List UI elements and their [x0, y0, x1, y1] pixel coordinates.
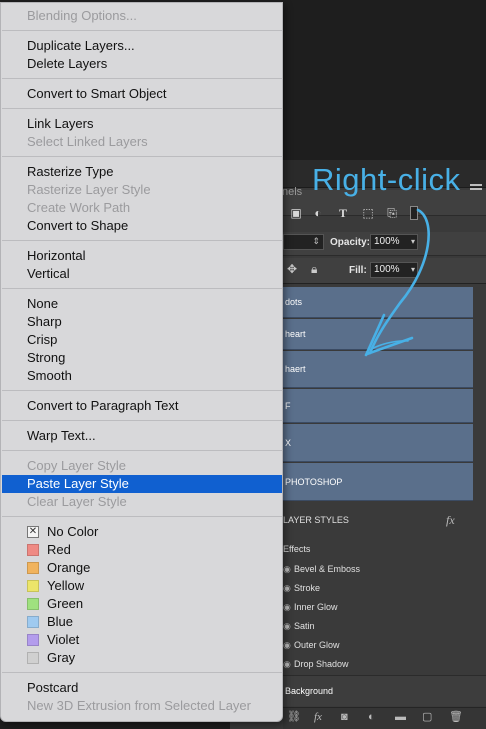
annotation-arrow-icon: [364, 208, 430, 357]
panel-tab-label[interactable]: nels: [282, 186, 302, 198]
menu-item-blending-options: Blending Options...: [27, 8, 137, 23]
menu-item-antialias-sharp[interactable]: Sharp: [2, 313, 282, 331]
right-click-annotation: Right-click: [312, 162, 461, 197]
menu-item-copy-layer-style: Copy Layer Style: [27, 458, 126, 473]
menu-separator: [2, 390, 282, 391]
menu-item-antialias-none[interactable]: None: [2, 295, 282, 313]
menu-item-antialias-smooth[interactable]: Smooth: [2, 367, 282, 385]
menu-item-color-green[interactable]: Green: [2, 595, 282, 613]
menu-item-color-red[interactable]: Red: [2, 541, 282, 559]
menu-item-antialias-crisp[interactable]: Crisp: [2, 331, 282, 349]
menu-item-rasterize-layer-style: Rasterize Layer Style: [27, 182, 151, 197]
menu-item-horizontal[interactable]: Horizontal: [2, 247, 282, 265]
background-layer-row[interactable]: Background: [283, 675, 486, 706]
eye-icon[interactable]: ◉: [283, 602, 293, 612]
menu-item-delete-layers[interactable]: Delete Layers: [2, 55, 282, 73]
effect-item[interactable]: Outer Glow: [294, 640, 444, 650]
adjustment-layer-icon[interactable]: ◐: [368, 711, 375, 723]
lock-position-icon[interactable]: ✥: [287, 262, 297, 276]
link-layers-icon[interactable]: ⛓: [287, 711, 301, 723]
type-filter-icon[interactable]: T: [336, 207, 350, 219]
menu-item-warp-text[interactable]: Warp Text...: [2, 427, 282, 445]
menu-separator: [2, 156, 282, 157]
menu-separator: [2, 420, 282, 421]
new-group-icon[interactable]: ▬: [395, 711, 406, 723]
layer-scroll-gutter: [473, 287, 486, 501]
effects-label: Effects: [283, 544, 311, 554]
menu-item-rasterize-type[interactable]: Rasterize Type: [2, 163, 282, 181]
menu-item-color-gray[interactable]: Gray: [2, 649, 282, 667]
menu-item-color-orange[interactable]: Orange: [2, 559, 282, 577]
menu-separator: [2, 672, 282, 673]
lock-all-icon[interactable]: 🔒︎: [311, 262, 317, 277]
menu-item-convert-to-shape[interactable]: Convert to Shape: [2, 217, 282, 235]
menu-item-color-violet[interactable]: Violet: [2, 631, 282, 649]
menu-item-convert-to-paragraph-text[interactable]: Convert to Paragraph Text: [2, 397, 282, 415]
menu-item-duplicate-layers[interactable]: Duplicate Layers...: [2, 37, 282, 55]
adjustment-filter-icon[interactable]: ◐: [311, 207, 325, 219]
fx-icon[interactable]: fx: [446, 513, 455, 528]
add-mask-icon[interactable]: ◙: [341, 711, 348, 723]
effect-item[interactable]: Bevel & Emboss: [294, 564, 444, 574]
new-layer-icon[interactable]: ▢: [422, 711, 432, 723]
menu-item-create-work-path: Create Work Path: [27, 200, 131, 215]
layer-row[interactable]: F: [283, 389, 473, 423]
layer-row[interactable]: X: [283, 424, 473, 462]
menu-item-clear-layer-style: Clear Layer Style: [27, 494, 127, 509]
effect-item[interactable]: Inner Glow: [294, 602, 444, 612]
eye-icon[interactable]: ◉: [283, 659, 293, 669]
menu-separator: [2, 30, 282, 31]
menu-item-select-linked-layers: Select Linked Layers: [27, 134, 148, 149]
layer-row[interactable]: PHOTOSHOP: [283, 463, 473, 501]
menu-item-link-layers[interactable]: Link Layers: [2, 115, 282, 133]
menu-item-color-blue[interactable]: Blue: [2, 613, 282, 631]
eye-icon[interactable]: ◉: [283, 640, 293, 650]
menu-item-new-3d-extrusion: New 3D Extrusion from Selected Layer: [27, 698, 251, 713]
layer-context-menu: Blending Options... Duplicate Layers... …: [0, 2, 283, 722]
effect-item[interactable]: Stroke: [294, 583, 444, 593]
eye-icon[interactable]: ◉: [283, 583, 293, 593]
menu-separator: [2, 240, 282, 241]
menu-item-antialias-strong[interactable]: Strong: [2, 349, 282, 367]
effect-item[interactable]: Satin: [294, 621, 444, 631]
effect-item[interactable]: Drop Shadow: [294, 659, 444, 669]
eye-icon[interactable]: ◉: [283, 621, 293, 631]
menu-separator: [2, 516, 282, 517]
menu-separator: [2, 450, 282, 451]
menu-separator: [2, 78, 282, 79]
blend-mode-select[interactable]: ⇕: [283, 234, 324, 250]
menu-item-color-yellow[interactable]: Yellow: [2, 577, 282, 595]
menu-item-paste-layer-style[interactable]: Paste Layer Style: [2, 475, 282, 493]
image-filter-icon[interactable]: ▣: [289, 207, 303, 219]
menu-separator: [2, 288, 282, 289]
trash-icon[interactable]: 🗑︎: [449, 711, 463, 723]
menu-separator: [2, 108, 282, 109]
eye-icon[interactable]: ◉: [283, 564, 293, 574]
menu-item-color-none[interactable]: No Color: [2, 523, 282, 541]
layer-row[interactable]: LAYER STYLES: [283, 515, 486, 531]
menu-item-vertical[interactable]: Vertical: [2, 265, 282, 283]
menu-item-postcard[interactable]: Postcard: [2, 679, 282, 697]
menu-item-convert-to-smart-object[interactable]: Convert to Smart Object: [2, 85, 282, 103]
add-style-icon[interactable]: fx: [314, 711, 322, 723]
